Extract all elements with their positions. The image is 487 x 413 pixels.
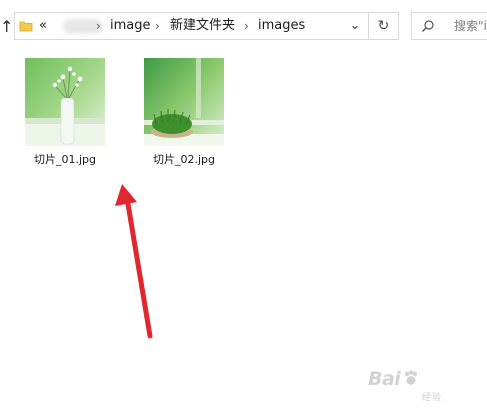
- file-item[interactable]: 切片_01.jpg: [22, 58, 108, 167]
- paw-icon: [405, 370, 417, 385]
- breadcrumb-overflow[interactable]: «: [39, 13, 47, 39]
- refresh-icon: ↻: [377, 18, 390, 34]
- search-icon: [422, 20, 434, 32]
- folder-icon: [19, 21, 33, 32]
- refresh-button[interactable]: ↻: [369, 12, 399, 40]
- breadcrumb-item-images[interactable]: images: [258, 13, 305, 39]
- breadcrumb-item-image[interactable]: image: [110, 13, 151, 39]
- watermark-logo: Bai: [368, 368, 401, 390]
- search-box[interactable]: 搜索"i: [411, 12, 487, 40]
- chevron-right-icon: ›: [96, 19, 101, 33]
- baidu-watermark-logo: Bai 经验: [368, 366, 478, 406]
- search-placeholder: 搜索"i: [454, 19, 487, 33]
- address-bar[interactable]: « › image › 新建文件夹 › images ⌄: [14, 12, 369, 40]
- toolbar: ↑ « › image › 新建文件夹 › images ⌄ ↻ 搜索"i: [0, 0, 487, 48]
- annotation-arrow-icon: [115, 184, 153, 339]
- watermark-subtitle: 经验: [422, 393, 443, 403]
- chevron-right-icon: ›: [155, 19, 160, 33]
- thumbnail-image: [25, 58, 105, 146]
- file-item[interactable]: 切片_02.jpg: [141, 58, 227, 167]
- chevron-right-icon: ›: [244, 19, 249, 33]
- up-arrow-icon[interactable]: ↑: [0, 16, 10, 38]
- file-name[interactable]: 切片_01.jpg: [22, 153, 108, 167]
- thumbnail-image: [144, 58, 224, 146]
- chevron-down-icon[interactable]: ⌄: [342, 13, 368, 39]
- breadcrumb-item-new-folder[interactable]: 新建文件夹: [170, 13, 235, 39]
- file-name[interactable]: 切片_02.jpg: [141, 153, 227, 167]
